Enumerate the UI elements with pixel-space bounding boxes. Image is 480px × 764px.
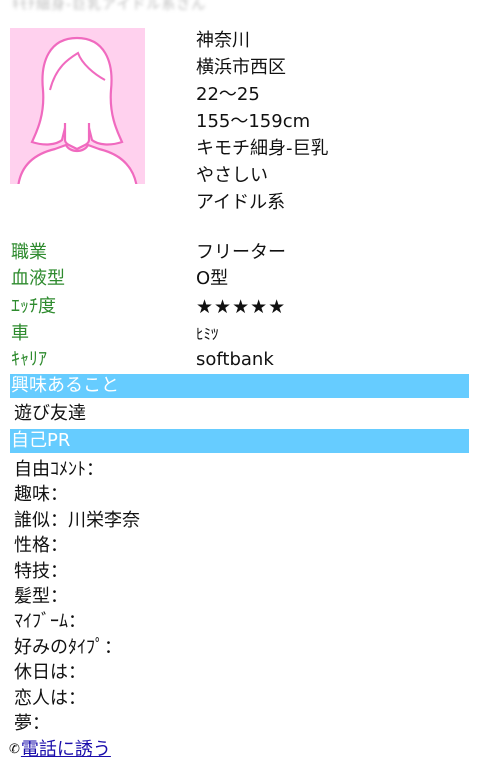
detail-row-blood-type: 血液型 O型	[11, 266, 471, 292]
area-city: 横浜市西区	[196, 57, 286, 78]
pr-item-holiday: 休日は：	[14, 662, 86, 684]
star-rating: ★★★★★	[196, 296, 287, 318]
detail-row-rating: ｴｯﾁ度 ★★★★★	[11, 294, 471, 320]
area-prefecture: 神奈川	[196, 30, 250, 51]
detail-row-occupation: 職業 フリーター	[11, 240, 471, 266]
detail-value: フリーター	[196, 242, 286, 263]
section-header-interest: 興味あること	[10, 374, 469, 398]
detail-row-carrier: ｷｬﾘｱ softbank	[11, 347, 471, 373]
pr-item-personality: 性格：	[14, 535, 68, 557]
pr-item-lover: 恋人は：	[14, 687, 86, 709]
section-header-pr: 自己PR	[10, 429, 469, 453]
interest-value: 遊び友達	[14, 403, 86, 424]
detail-value: ﾋﾐﾂ	[196, 325, 219, 343]
detail-label: 車	[11, 323, 29, 344]
phone-icon: ✆	[9, 742, 20, 757]
body-type: キモチ細身-巨乳	[196, 138, 329, 159]
female-silhouette-icon	[10, 28, 145, 184]
detail-value: softbank	[196, 349, 274, 370]
pr-item-my-boom: ﾏｲﾌﾞｰﾑ：	[14, 611, 86, 633]
pr-item-skill: 特技：	[14, 560, 68, 582]
profile-name-blurred: ｷﾓﾁ細身-巨乳アイドル系さん	[12, 0, 207, 13]
pr-item-ideal-type: 好みのﾀｲﾌﾟ：	[14, 636, 122, 658]
age-range: 22〜25	[196, 84, 260, 105]
detail-row-car: 車 ﾋﾐﾂ	[11, 321, 471, 347]
pr-item-hairstyle: 髪型：	[14, 586, 68, 608]
profile-avatar	[10, 28, 145, 184]
personality: やさしい	[196, 165, 268, 186]
pr-item-lookalike: 誰似：川栄李奈	[14, 509, 140, 531]
pr-item-hobby: 趣味：	[14, 484, 68, 506]
detail-label: ｴｯﾁ度	[11, 296, 56, 317]
pr-list: 自由ｺﾒﾝﾄ： 趣味： 誰似：川栄李奈 性格： 特技： 髪型： ﾏｲﾌﾞｰﾑ： …	[14, 457, 140, 736]
call-row: ✆電話に誘う	[9, 737, 111, 763]
detail-label: 血液型	[11, 268, 65, 289]
look-type: アイドル系	[196, 192, 286, 213]
detail-label: ｷｬﾘｱ	[11, 349, 47, 370]
basic-info: 神奈川 横浜市西区 22〜25 155〜159cm キモチ細身-巨乳 やさしい …	[196, 27, 329, 216]
pr-item-dream: 夢：	[14, 713, 50, 735]
detail-value: O型	[196, 268, 229, 289]
height-range: 155〜159cm	[196, 111, 311, 132]
pr-item-comment: 自由ｺﾒﾝﾄ：	[14, 459, 104, 480]
call-invite-link[interactable]: 電話に誘う	[21, 739, 111, 760]
detail-label: 職業	[11, 242, 47, 263]
